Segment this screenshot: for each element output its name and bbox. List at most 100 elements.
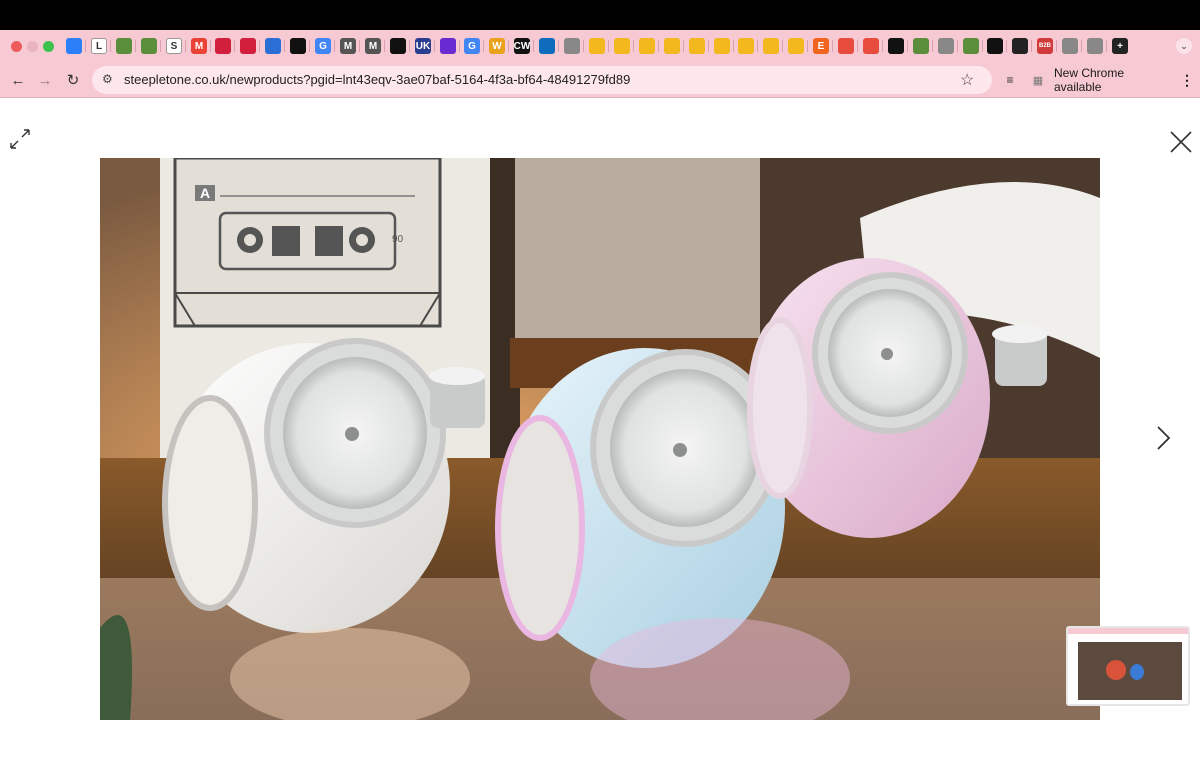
- pinned-tab[interactable]: [116, 38, 132, 54]
- tab-separator: [558, 40, 559, 52]
- address-bar[interactable]: ⚙ steepletone.co.uk/newproducts?pgid=lnt…: [92, 66, 992, 94]
- pinned-tab[interactable]: [689, 38, 705, 54]
- kebab-menu-icon[interactable]: ⋮: [1180, 72, 1194, 89]
- pinned-tab[interactable]: [863, 38, 879, 54]
- pinned-tab[interactable]: [913, 38, 929, 54]
- gmail-icon: M: [194, 40, 204, 52]
- pinned-tab[interactable]: [938, 38, 954, 54]
- tab-separator: [185, 40, 186, 52]
- google-icon: G: [468, 40, 476, 52]
- new-tab-icon: +: [1117, 40, 1123, 52]
- pinned-tab[interactable]: [539, 38, 555, 54]
- pinned-tab[interactable]: [738, 38, 754, 54]
- pinned-tab[interactable]: B2B: [1037, 38, 1053, 54]
- expand-icon[interactable]: [8, 127, 32, 151]
- pinned-tab[interactable]: L: [91, 38, 107, 54]
- pinned-tab[interactable]: [963, 38, 979, 54]
- pinned-tab[interactable]: M: [340, 38, 356, 54]
- pinned-tab[interactable]: [714, 38, 730, 54]
- tab-separator: [757, 40, 758, 52]
- reading-list-icon[interactable]: ≡: [1000, 70, 1020, 90]
- cassette-letter: A: [200, 185, 210, 201]
- pinned-tab[interactable]: [1062, 38, 1078, 54]
- tab-separator: [982, 40, 983, 52]
- tab-separator: [359, 40, 360, 52]
- pinned-tab[interactable]: [614, 38, 630, 54]
- tab-separator: [234, 40, 235, 52]
- arrow-left-icon: ←: [10, 71, 26, 89]
- pinned-tab[interactable]: W: [489, 38, 505, 54]
- pinned-tab[interactable]: UK: [415, 38, 431, 54]
- tab-separator: [1106, 40, 1107, 52]
- pinned-tab[interactable]: [664, 38, 680, 54]
- tab-separator: [633, 40, 634, 52]
- pinned-tab[interactable]: [1087, 38, 1103, 54]
- tab-separator: [284, 40, 285, 52]
- pinned-tab[interactable]: [1012, 38, 1028, 54]
- pinned-tab[interactable]: [564, 38, 580, 54]
- tab-separator: [110, 40, 111, 52]
- tab-separator: [583, 40, 584, 52]
- pinned-tab[interactable]: [788, 38, 804, 54]
- tab-separator: [932, 40, 933, 52]
- pinned-tab[interactable]: G: [315, 38, 331, 54]
- pinned-tab[interactable]: [763, 38, 779, 54]
- tab-separator: [658, 40, 659, 52]
- site-info-icon[interactable]: ⚙: [102, 72, 118, 88]
- tab-separator: [384, 40, 385, 52]
- cassette-side-number: 90: [392, 234, 404, 245]
- tab-separator: [807, 40, 808, 52]
- tab-separator: [857, 40, 858, 52]
- pinned-tab[interactable]: S: [166, 38, 182, 54]
- next-image-icon[interactable]: [1154, 425, 1174, 451]
- reload-icon: ↻: [66, 72, 80, 89]
- pinned-tab[interactable]: [440, 38, 456, 54]
- pinned-tab[interactable]: M: [191, 38, 207, 54]
- image-lightbox: A 90: [0, 99, 1200, 779]
- pinned-tab[interactable]: G: [464, 38, 480, 54]
- tab-separator: [508, 40, 509, 52]
- pinned-tab[interactable]: [240, 38, 256, 54]
- tab-separator: [533, 40, 534, 52]
- tab-separator: [309, 40, 310, 52]
- pinned-tab[interactable]: [265, 38, 281, 54]
- pinned-tab[interactable]: CW: [514, 38, 530, 54]
- pinned-tab[interactable]: [290, 38, 306, 54]
- pinned-tab[interactable]: [215, 38, 231, 54]
- pinned-tab[interactable]: [838, 38, 854, 54]
- tab-list-button[interactable]: ⌄: [1176, 38, 1192, 54]
- extension-icon[interactable]: ▦: [1028, 70, 1048, 90]
- bookmark-star-icon[interactable]: ☆: [960, 70, 974, 90]
- letter-w-icon: W: [492, 40, 502, 52]
- tab-separator: [334, 40, 335, 52]
- pinned-tab[interactable]: [66, 38, 82, 54]
- forward-button[interactable]: →: [35, 70, 55, 90]
- tab-separator: [832, 40, 833, 52]
- pinned-tab[interactable]: [987, 38, 1003, 54]
- tab-separator: [1056, 40, 1057, 52]
- pinned-tab[interactable]: [639, 38, 655, 54]
- reload-button[interactable]: ↻: [63, 70, 83, 90]
- tab-separator: [957, 40, 958, 52]
- pinned-tab[interactable]: [888, 38, 904, 54]
- url-text[interactable]: steepletone.co.uk/newproducts?pgid=lnt43…: [124, 72, 630, 87]
- zoom-window-button[interactable]: [43, 41, 54, 52]
- picture-in-picture-thumbnail[interactable]: [1066, 626, 1190, 706]
- close-window-button[interactable]: [11, 41, 22, 52]
- tab-strip: L S M G M M UK G W CW E B2B + ⌄: [0, 30, 1200, 62]
- pinned-tab[interactable]: [589, 38, 605, 54]
- pinned-tab[interactable]: M: [365, 38, 381, 54]
- tab-separator: [210, 40, 211, 52]
- tab-separator: [733, 40, 734, 52]
- pinned-tab[interactable]: [141, 38, 157, 54]
- minimize-window-button[interactable]: [27, 41, 38, 52]
- tab-separator: [409, 40, 410, 52]
- tab-separator: [708, 40, 709, 52]
- pinned-tab[interactable]: [390, 38, 406, 54]
- close-lightbox-icon[interactable]: [1169, 130, 1193, 154]
- chevron-down-icon: ⌄: [1180, 40, 1188, 51]
- back-button[interactable]: ←: [8, 70, 28, 90]
- update-chrome-button[interactable]: New Chrome available ⋮: [1054, 66, 1194, 94]
- pinned-tab[interactable]: E: [813, 38, 829, 54]
- pinned-tab[interactable]: +: [1112, 38, 1128, 54]
